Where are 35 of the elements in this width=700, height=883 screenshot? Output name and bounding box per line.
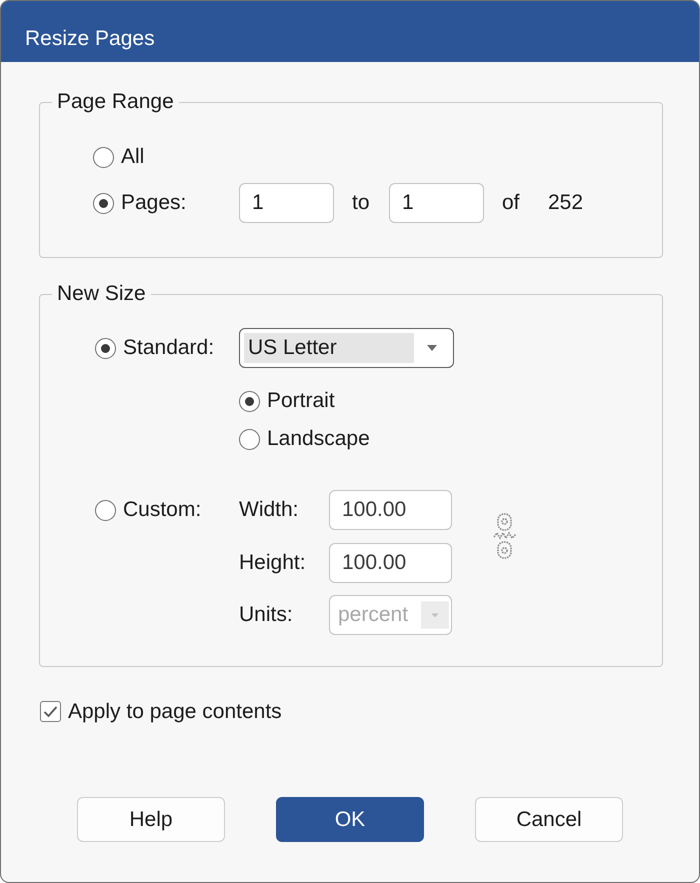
radio-button[interactable] xyxy=(93,146,114,168)
group-title: Page Range xyxy=(56,90,175,114)
from-page-field[interactable]: 1 xyxy=(239,183,334,223)
broken-chain-icon[interactable] xyxy=(493,513,517,559)
radio-button[interactable] xyxy=(239,390,260,412)
field-label: Width: xyxy=(239,498,300,522)
of-label: of xyxy=(502,191,521,215)
caret-icon xyxy=(427,345,437,351)
dialog-button[interactable]: Cancel xyxy=(475,797,623,842)
radio-label: Portrait xyxy=(267,389,335,413)
radio-button[interactable] xyxy=(93,192,114,214)
checkbox-label: Apply to page contents xyxy=(68,700,282,724)
radio-button[interactable] xyxy=(95,500,116,520)
height-field[interactable]: 100.00 xyxy=(329,542,452,582)
checkbox[interactable] xyxy=(40,701,61,722)
group-title: New Size xyxy=(56,282,147,306)
selected-value: percent xyxy=(338,603,408,627)
field-label: Units: xyxy=(239,603,294,627)
radio-label: All xyxy=(121,145,144,169)
window-title: Resize Pages xyxy=(25,26,155,50)
radio-label: Standard: xyxy=(123,336,214,360)
selected-value: US Letter xyxy=(244,333,414,363)
radio-button[interactable] xyxy=(239,428,260,450)
field-label: Height: xyxy=(239,550,307,574)
radio-button[interactable] xyxy=(95,338,116,358)
dialog-button[interactable]: OK xyxy=(276,797,424,842)
page-count: 252 xyxy=(548,191,584,215)
to-label: to xyxy=(352,191,371,215)
dialog-button[interactable]: Help xyxy=(77,797,225,842)
radio-label: Landscape xyxy=(267,427,370,451)
paper-size-dropdown[interactable]: US Letter xyxy=(239,328,454,368)
radio-label: Pages: xyxy=(121,191,186,215)
width-field[interactable]: 100.00 xyxy=(329,490,452,530)
radio-label: Custom: xyxy=(123,498,202,522)
to-page-field[interactable]: 1 xyxy=(389,183,484,223)
